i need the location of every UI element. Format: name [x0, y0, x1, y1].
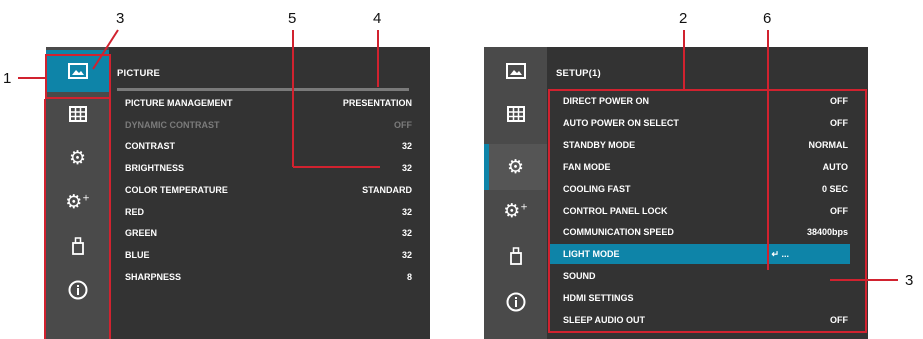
callout-4: 4 — [373, 10, 382, 27]
callout-6: 6 — [763, 10, 772, 27]
callout-2: 2 — [679, 10, 688, 27]
callout-5: 5 — [288, 10, 297, 27]
callout-lines — [18, 29, 898, 339]
callout-3-left: 3 — [116, 10, 125, 27]
callout-3-right: 3 — [905, 272, 914, 289]
callout-1: 1 — [3, 70, 12, 87]
